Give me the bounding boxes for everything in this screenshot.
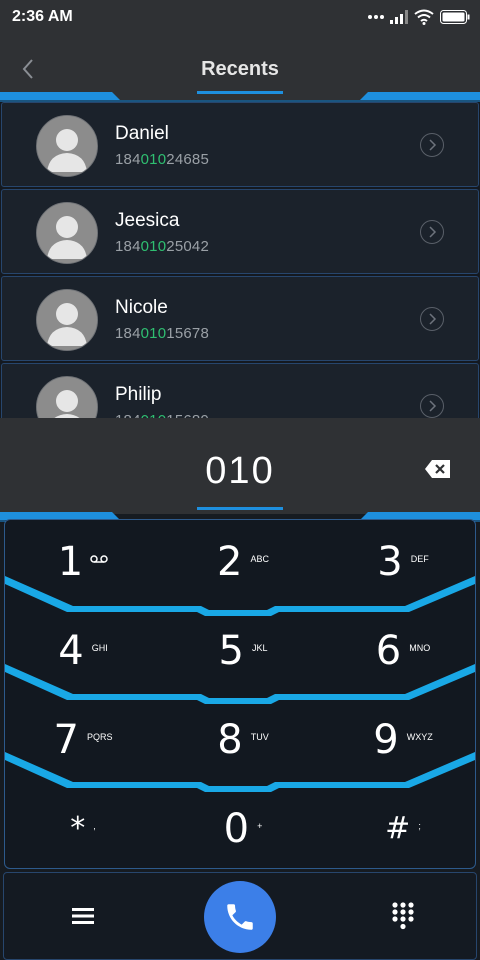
chevron-right-icon[interactable] — [420, 220, 444, 244]
key-letters: TUV — [250, 732, 269, 742]
list-item[interactable]: Daniel 18401024685 — [1, 102, 479, 187]
contact-name: Daniel — [115, 123, 169, 144]
voicemail-icon — [90, 555, 108, 563]
key-4[interactable]: 4 GHI — [23, 616, 143, 686]
key-digit: * — [70, 811, 86, 846]
wifi-icon — [414, 9, 434, 25]
key-letters: , — [93, 821, 96, 831]
avatar — [36, 289, 98, 351]
key-letters: + — [257, 821, 263, 831]
more-dots-icon — [368, 15, 384, 19]
recents-list[interactable]: Daniel 18401024685 Jeesica 18401025042 N… — [0, 102, 480, 418]
status-bar: 2:36 AM — [0, 0, 480, 34]
signal-icon — [390, 10, 408, 24]
avatar — [36, 202, 98, 264]
key-star[interactable]: * , — [23, 794, 143, 864]
key-letters: DEF — [410, 554, 429, 564]
key-digit: 4 — [58, 628, 84, 674]
key-digit: 6 — [375, 628, 402, 674]
dialed-number-bar: 010 — [0, 418, 480, 514]
battery-icon — [440, 10, 470, 24]
contact-name: Jeesica — [115, 210, 180, 231]
key-letters: MNO — [409, 643, 431, 653]
key-9[interactable]: 9 WXYZ — [343, 705, 463, 775]
status-time: 2:36 AM — [12, 8, 73, 25]
key-hash[interactable]: # ; — [343, 794, 463, 864]
chevron-right-icon[interactable] — [420, 394, 444, 418]
key-letters: JKL — [251, 643, 268, 653]
key-letters: WXYZ — [406, 732, 433, 742]
phone-icon — [227, 904, 253, 930]
dial-keypad: 1 2 ABC 3 DEF 4 GHI 5 JKL 6 MNO 7 PQRS 8… — [4, 519, 476, 869]
key-0[interactable]: 0 + — [183, 794, 303, 864]
list-item[interactable]: Philip 18401015689 — [1, 363, 479, 418]
header-edge-decoration — [0, 92, 480, 102]
key-digit: 0 — [223, 806, 250, 852]
status-icons — [368, 9, 470, 25]
key-7[interactable]: 7 PQRS — [23, 705, 143, 775]
key-letters: ; — [418, 821, 421, 831]
dialpad-icon[interactable] — [389, 901, 417, 931]
contact-name: Philip — [115, 384, 162, 405]
key-8[interactable]: 8 TUV — [183, 705, 303, 775]
contact-number: 18401024685 — [115, 151, 209, 168]
key-digit: # — [385, 811, 411, 846]
key-6[interactable]: 6 MNO — [343, 616, 463, 686]
list-item[interactable]: Nicole 18401015678 — [1, 276, 479, 361]
key-digit: 7 — [53, 717, 79, 763]
avatar — [36, 376, 98, 418]
call-button[interactable] — [204, 881, 276, 953]
key-letters: GHI — [91, 643, 108, 653]
key-letters: ABC — [250, 554, 269, 564]
contact-number: 18401025042 — [115, 238, 209, 255]
key-3[interactable]: 3 DEF — [343, 527, 463, 597]
key-2[interactable]: 2 ABC — [183, 527, 303, 597]
dialed-number: 010 — [205, 450, 275, 492]
key-digit: 8 — [217, 717, 243, 763]
key-digit: 5 — [218, 628, 244, 674]
key-letters: PQRS — [86, 732, 113, 742]
key-digit: 2 — [217, 539, 243, 585]
key-digit: 9 — [373, 717, 399, 763]
contact-name: Nicole — [115, 297, 168, 318]
key-digit: 3 — [377, 539, 403, 585]
list-item[interactable]: Jeesica 18401025042 — [1, 189, 479, 274]
bottom-action-bar — [3, 872, 477, 960]
key-digit: 1 — [57, 539, 84, 585]
avatar — [36, 115, 98, 177]
page-title: Recents — [201, 58, 279, 80]
key-5[interactable]: 5 JKL — [183, 616, 303, 686]
chevron-right-icon[interactable] — [420, 133, 444, 157]
chevron-right-icon[interactable] — [420, 307, 444, 331]
menu-icon[interactable] — [70, 903, 98, 929]
contact-number: 18401015678 — [115, 325, 209, 342]
key-1[interactable]: 1 — [23, 527, 143, 597]
backspace-icon[interactable] — [424, 458, 452, 480]
